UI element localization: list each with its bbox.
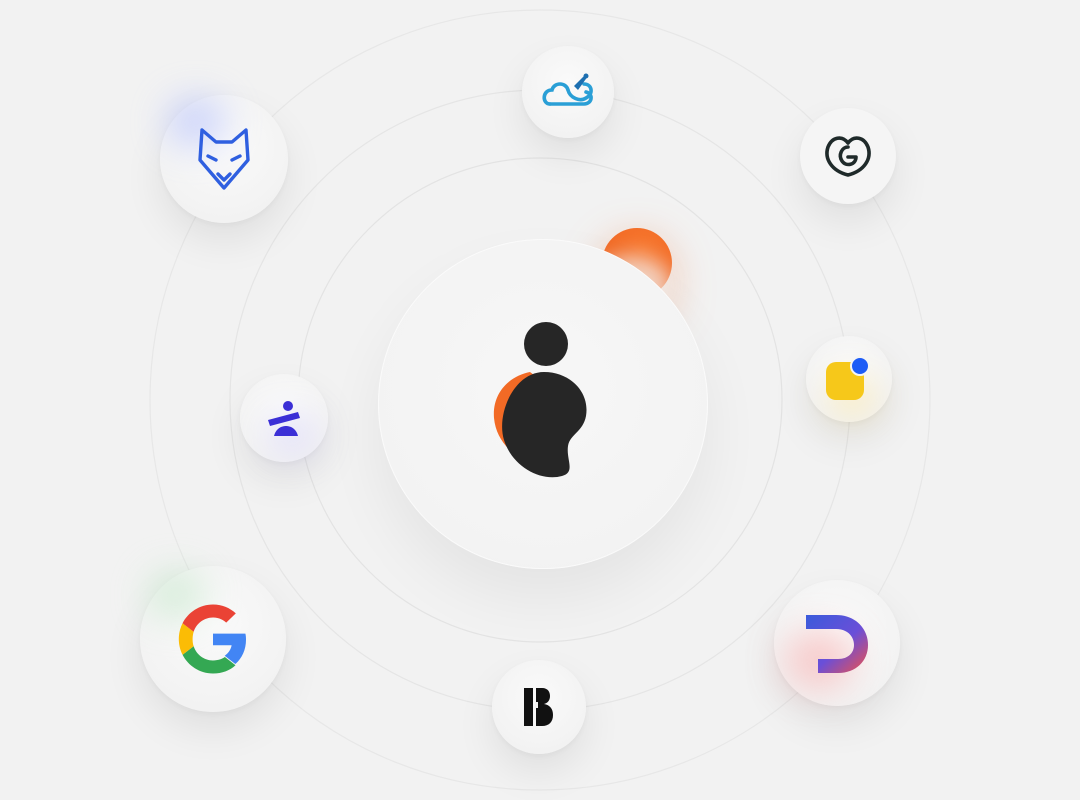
integration-balance-bubble[interactable] [240,374,328,462]
cloud-rocket-icon [542,73,593,106]
godaddy-heart-icon [825,136,871,177]
integration-b-mark-bubble[interactable] [492,660,586,754]
integration-wolf-bubble[interactable] [160,95,288,223]
integration-godaddy-bubble[interactable] [800,108,896,204]
integration-d-mark-bubble[interactable] [774,580,900,706]
google-g-icon [178,604,246,674]
integration-google-bubble[interactable] [140,566,286,712]
wolf-head-icon [198,128,250,190]
d-gradient-icon [806,615,868,673]
integrations-orbit [0,0,1080,800]
brand-person-icon [493,322,587,478]
yellow-square-dot-icon [826,356,870,400]
integration-yellow-square-bubble[interactable] [806,336,892,422]
b-letter-icon [524,688,553,726]
integration-cloud-rocket-bubble[interactable] [522,46,614,138]
balance-figure-icon [268,401,300,436]
